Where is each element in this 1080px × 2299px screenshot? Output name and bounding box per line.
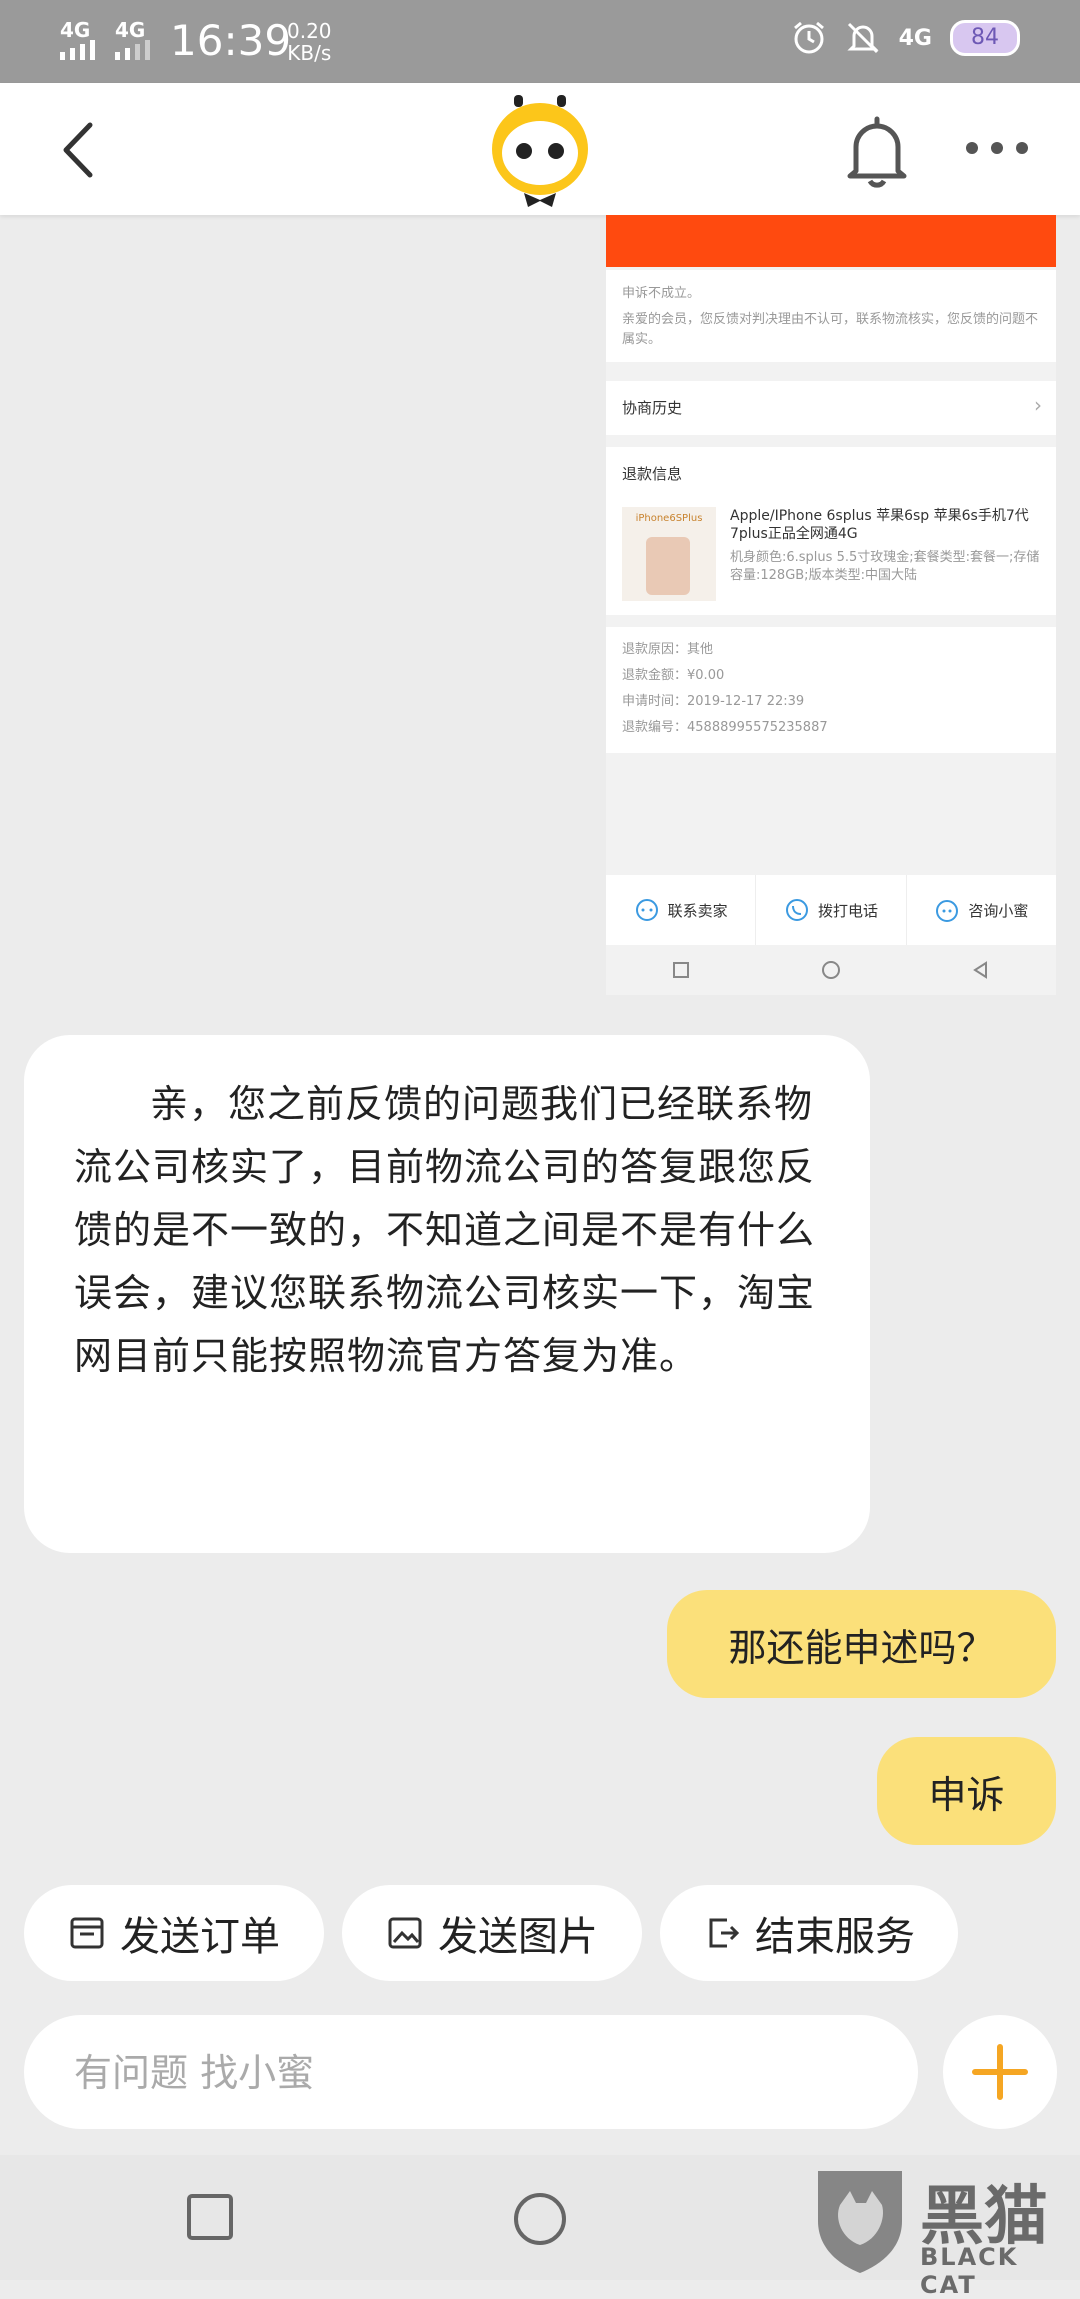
- ask-xiaomi: 咨询小蜜: [907, 875, 1056, 945]
- user-message-text: 那还能申述吗？: [728, 1625, 995, 1670]
- more-icon[interactable]: [962, 133, 1032, 163]
- refund-info-card: 退款信息 iPhone6SPlus Apple/IPhone 6splus 苹果…: [606, 447, 1056, 615]
- status-bar: 4G 4G 16:39 0.20 KB/s 4G 84: [0, 0, 1080, 83]
- banner: [606, 215, 1056, 267]
- image-icon: [388, 1917, 422, 1949]
- recent-apps-icon[interactable]: [186, 2193, 234, 2241]
- phone-image-icon: [646, 537, 690, 595]
- chat-header: [0, 83, 1080, 215]
- circle-icon: [821, 961, 840, 979]
- user-message-text: 申诉: [928, 1772, 1005, 1817]
- appeal-title: 申诉不成立。: [622, 286, 701, 301]
- history-label: 协商历史: [622, 399, 683, 417]
- mascot-small-icon: [936, 900, 959, 922]
- send-order-button[interactable]: 发送订单: [24, 1885, 324, 1981]
- black-cat-shield-logo: [818, 2171, 902, 2273]
- signal-bars-2-icon: [115, 40, 150, 60]
- square-icon: [672, 962, 689, 978]
- signal-bars-1-icon: [60, 40, 95, 60]
- call-phone: 拨打电话: [756, 875, 907, 945]
- signal-label-2: 4G: [115, 18, 146, 42]
- bot-message-bubble: 亲，您之前反馈的问题我们已经联系物流公司核实了，目前物流公司的答复跟您反馈的是不…: [24, 1035, 870, 1553]
- network-speed: 0.20 KB/s: [287, 19, 332, 65]
- home-icon[interactable]: [512, 2191, 568, 2247]
- exit-icon: [709, 1918, 740, 1948]
- refund-details: 退款原因：其他 退款金额：¥0.00 申请时间：2019-12-17 22:39…: [606, 627, 1056, 753]
- bot-message-text: 亲，您之前反馈的问题我们已经联系物流公司核实了，目前物流公司的答复跟您反馈的是不…: [74, 1082, 816, 1378]
- product-image: iPhone6SPlus: [622, 507, 716, 601]
- detail-row: 申请时间：2019-12-17 22:39: [622, 694, 805, 709]
- product-name: Apple/IPhone 6splus 苹果6sp 苹果6s手机7代7plus正…: [730, 508, 1029, 542]
- battery-indicator: 84: [950, 20, 1020, 56]
- phone-icon: [785, 899, 808, 921]
- bell-icon[interactable]: [842, 113, 912, 189]
- message-input-container: [24, 2015, 918, 2129]
- embedded-action-bar: 联系卖家 拨打电话 咨询小蜜: [606, 875, 1056, 945]
- plus-button[interactable]: [943, 2015, 1057, 2129]
- detail-row: 退款原因：其他: [622, 642, 714, 657]
- chat-bubble-icon: [635, 899, 658, 921]
- watermark: 黑猫 BLACK CAT: [810, 2165, 1080, 2299]
- back-icon[interactable]: [52, 115, 112, 185]
- refund-title: 退款信息: [622, 465, 683, 483]
- alarm-icon: [793, 21, 824, 54]
- mute-bell-icon: [847, 22, 879, 54]
- triangle-back-icon: [973, 961, 988, 979]
- plus-icon: [972, 2044, 1028, 2100]
- order-box-icon: [70, 1917, 104, 1949]
- history-row: 协商历史 ›: [606, 381, 1056, 435]
- embedded-nav-bar: [606, 945, 1056, 995]
- detail-row: 退款金额：¥0.00: [622, 668, 725, 683]
- appeal-body: 亲爱的会员，您反馈对判决理由不认可，联系物流核实，您反馈的问题不属实。: [622, 312, 1039, 347]
- send-image-button[interactable]: 发送图片: [342, 1885, 642, 1981]
- appeal-result-card: 申诉不成立。 亲爱的会员，您反馈对判决理由不认可，联系物流核实，您反馈的问题不属…: [606, 270, 1056, 362]
- contact-seller: 联系卖家: [606, 875, 757, 945]
- status-icons: 4G 84: [791, 20, 1020, 56]
- xiaomi-mascot-icon: [492, 95, 588, 207]
- chevron-right-icon: ›: [1034, 393, 1042, 417]
- network-type: 4G: [898, 25, 932, 51]
- signal-label-1: 4G: [60, 18, 91, 42]
- watermark-en: BLACK CAT: [920, 2243, 1019, 2299]
- product-spec: 机身颜色:6.splus 5.5寸玫瑰金;套餐类型:套餐一;存储容量:128GB…: [730, 550, 1040, 583]
- detail-row: 退款编号：45888995575235887: [622, 720, 828, 735]
- user-message-bubble: 申诉: [877, 1737, 1056, 1845]
- clock: 16:39: [170, 16, 292, 65]
- message-input[interactable]: [72, 2043, 876, 2103]
- embedded-screenshot[interactable]: 申诉不成立。 亲爱的会员，您反馈对判决理由不认可，联系物流核实，您反馈的问题不属…: [606, 215, 1056, 995]
- end-service-button[interactable]: 结束服务: [660, 1885, 958, 1981]
- user-message-bubble: 那还能申述吗？: [667, 1590, 1056, 1698]
